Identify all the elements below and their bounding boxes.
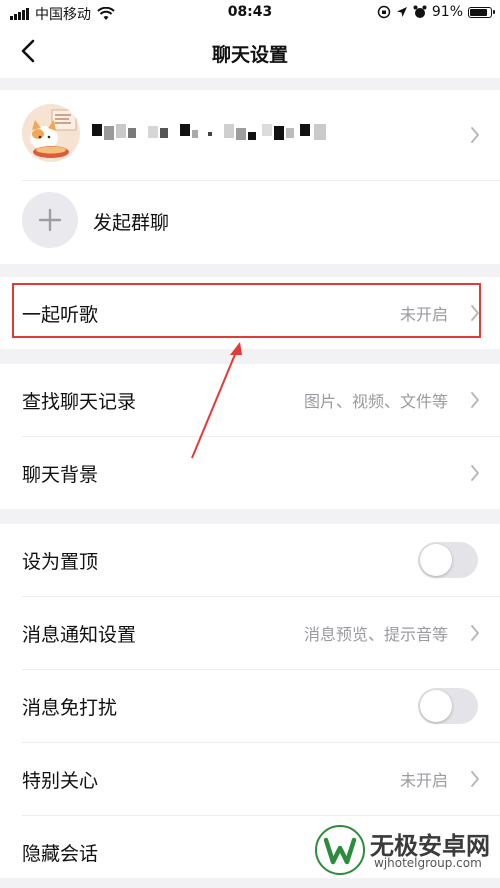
- chevron-right-icon: [471, 465, 479, 481]
- nav-bar: 聊天设置: [0, 26, 500, 78]
- battery-icon: [468, 6, 495, 18]
- chevron-right-icon: [471, 305, 479, 321]
- chevron-right-icon: [471, 127, 479, 143]
- pin-top-toggle[interactable]: [418, 542, 478, 578]
- location-icon: [396, 7, 407, 17]
- do-not-disturb-toggle[interactable]: [418, 688, 478, 724]
- rotation-lock-icon: [377, 5, 391, 19]
- watermark: 无极安卓网 wjhotelgroup.com: [310, 820, 500, 878]
- plus-icon: [38, 208, 62, 232]
- pin-top-label: 设为置顶: [22, 550, 99, 573]
- status-right: 91%: [377, 4, 495, 20]
- listen-together-value: 未开启: [399, 305, 448, 324]
- battery-percent: 91%: [431, 4, 463, 20]
- do-not-disturb-row: 消息免打扰: [0, 670, 500, 742]
- cat-avatar-icon: [22, 104, 80, 162]
- alarm-icon: [413, 5, 427, 18]
- special-care-label: 特别关心: [22, 769, 99, 792]
- watermark-url: wjhotelgroup.com: [374, 856, 482, 870]
- toggle-knob: [420, 544, 452, 576]
- page-title: 聊天设置: [211, 44, 288, 66]
- chevron-right-icon: [471, 392, 479, 408]
- do-not-disturb-label: 消息免打扰: [22, 696, 118, 719]
- hide-chat-label: 隐藏会话: [22, 842, 99, 865]
- listen-together-row[interactable]: 一起听歌 未开启: [0, 277, 500, 349]
- add-group-button[interactable]: [22, 192, 78, 248]
- notification-settings-row[interactable]: 消息通知设置 消息预览、提示音等: [0, 597, 500, 669]
- special-care-value: 未开启: [399, 771, 448, 790]
- notification-settings-value: 消息预览、提示音等: [303, 625, 448, 644]
- chevron-right-icon: [471, 771, 479, 787]
- listen-together-label: 一起听歌: [22, 303, 99, 326]
- chat-background-row[interactable]: 聊天背景: [0, 437, 500, 509]
- search-history-row[interactable]: 查找聊天记录 图片、视频、文件等: [0, 364, 500, 436]
- special-care-row[interactable]: 特别关心 未开启: [0, 743, 500, 815]
- pin-top-row: 设为置顶: [0, 524, 500, 596]
- notification-settings-label: 消息通知设置: [22, 623, 137, 646]
- group-chat-label: 发起群聊: [93, 212, 170, 234]
- chat-background-label: 聊天背景: [22, 463, 99, 486]
- history-section: 查找聊天记录 图片、视频、文件等 聊天背景: [0, 364, 500, 509]
- chevron-right-icon: [471, 625, 479, 641]
- search-history-value: 图片、视频、文件等: [303, 392, 448, 411]
- w-logo-icon: [315, 825, 365, 875]
- pixelated-name-icon: [92, 124, 326, 140]
- toggle-knob: [420, 690, 452, 722]
- listen-together-section: 一起听歌 未开启: [0, 277, 500, 349]
- status-bar: 中国移动 08:43 91%: [0, 0, 500, 26]
- search-history-label: 查找聊天记录: [22, 390, 137, 413]
- avatar[interactable]: [22, 104, 80, 162]
